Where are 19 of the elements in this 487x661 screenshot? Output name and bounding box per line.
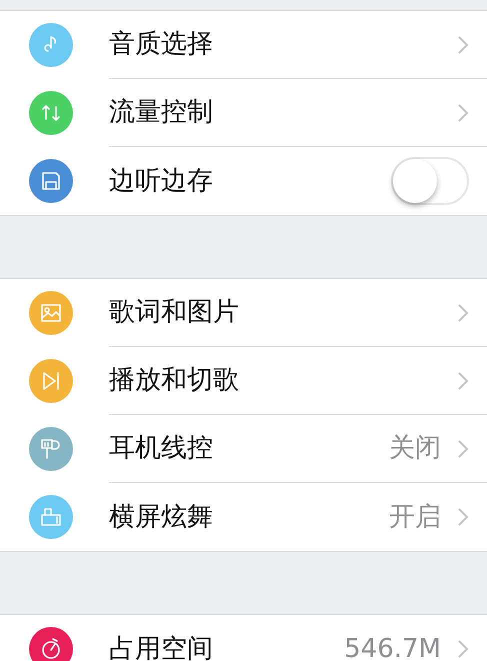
setting-label: 横屏炫舞 — [109, 500, 214, 534]
setting-label: 耳机线控 — [109, 432, 214, 465]
setting-label: 边听边存 — [109, 164, 214, 198]
chevron-icon[interactable] — [457, 370, 469, 390]
chevron-icon[interactable] — [457, 102, 469, 122]
setting-value: 关闭 — [389, 432, 441, 465]
setting-label: 音质选择 — [109, 28, 214, 61]
setting-label: 播放和切歌 — [109, 364, 240, 397]
chevron-icon[interactable] — [457, 302, 469, 322]
setting-label: 歌词和图片 — [109, 296, 240, 329]
chevron-icon[interactable] — [457, 438, 469, 458]
setting-label: 占用空间 — [109, 632, 214, 661]
chevron-icon[interactable] — [457, 34, 469, 54]
chevron-icon[interactable] — [457, 639, 469, 659]
setting-label: 流量控制 — [109, 96, 214, 129]
setting-value: 开启 — [389, 500, 441, 534]
chevron-icon[interactable] — [457, 507, 469, 527]
setting-value: 546.7M — [344, 632, 441, 661]
toggle-switch[interactable] — [391, 157, 469, 205]
